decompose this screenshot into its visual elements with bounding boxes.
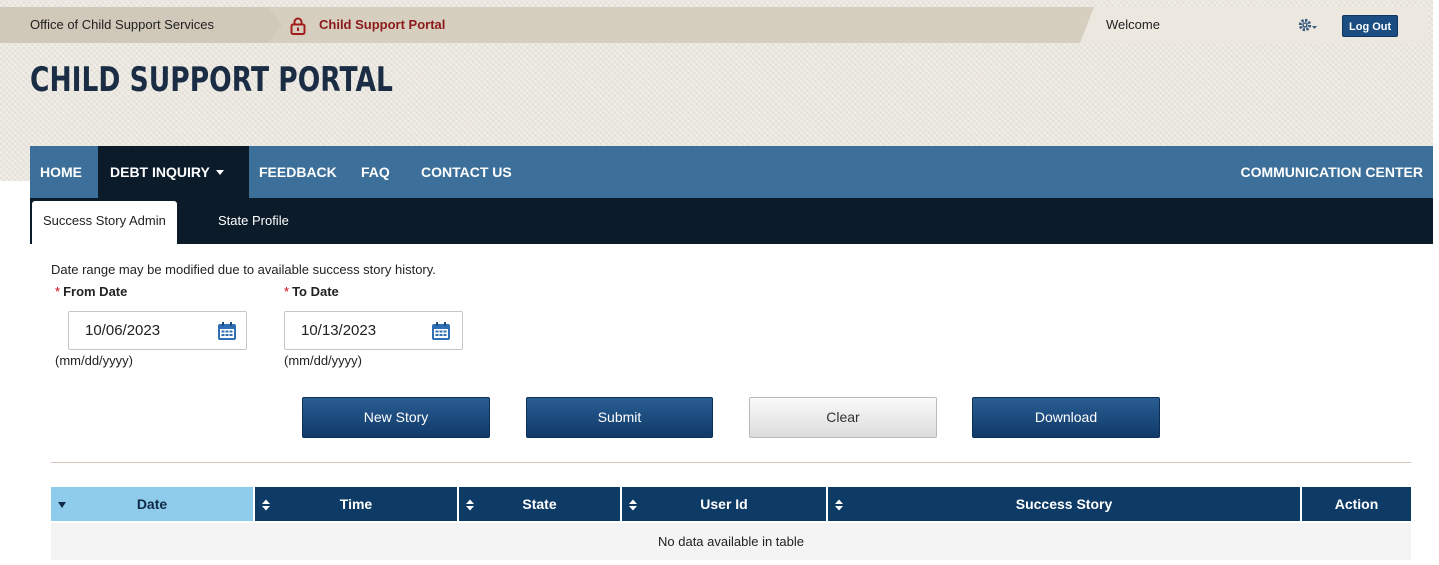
column-header-user-id-label: User Id [700,496,748,512]
gear-icon[interactable] [1298,17,1318,33]
submit-button[interactable]: Submit [526,397,713,438]
nav-contact-us[interactable]: CONTACT US [421,146,512,198]
nav-feedback-label: FEEDBACK [259,164,337,180]
empty-table-message: No data available in table [51,521,1411,560]
to-date-label-text: To Date [292,284,339,299]
lock-icon [290,17,306,35]
nav-home[interactable]: HOME [40,146,82,198]
date-range-hint: Date range may be modified due to availa… [51,262,436,277]
column-header-success-story-label: Success Story [1015,496,1113,512]
user-area: Welcome Log Out [1080,7,1428,43]
nav-feedback[interactable]: FEEDBACK [259,146,337,198]
table-header-row: Date Time State User Id Success Story Ac… [51,487,1411,522]
column-header-user-id[interactable]: User Id [621,487,828,522]
from-date-field[interactable]: 10/06/2023 [68,311,247,350]
breadcrumb-portal-label: Child Support Portal [319,17,446,32]
to-date-label: * To Date [284,284,339,299]
column-header-date[interactable]: Date [51,487,255,522]
column-header-action: Action [1301,487,1411,522]
nav-faq-label: FAQ [361,164,390,180]
nav-contact-us-label: CONTACT US [421,164,512,180]
tab-success-story-admin[interactable]: Success Story Admin [32,201,177,244]
sort-descending-icon [58,502,66,508]
sort-icon [262,499,270,511]
sort-icon [629,499,637,511]
nav-home-label: HOME [40,164,82,180]
nav-debt-inquiry-label: DEBT INQUIRY [110,164,210,180]
from-date-format-hint: (mm/dd/yyyy) [55,353,133,368]
chevron-down-icon [215,170,224,175]
breadcrumb-portal-link[interactable]: Child Support Portal [290,7,445,43]
tab-state-profile[interactable]: State Profile [218,198,289,244]
welcome-text: Welcome [1106,17,1160,32]
sort-icon [835,499,843,511]
column-header-time-label: Time [339,496,373,512]
from-date-value: 10/06/2023 [85,322,161,339]
table-row: No data available in table [51,521,1411,560]
divider [51,462,1411,463]
column-header-state-label: State [522,496,557,512]
new-story-button[interactable]: New Story [302,397,490,438]
nav-faq[interactable]: FAQ [361,146,390,198]
from-date-label-text: From Date [63,284,128,299]
to-date-format-hint: (mm/dd/yyyy) [284,353,362,368]
success-story-table: Date Time State User Id Success Story Ac… [51,487,1411,560]
nav-debt-inquiry[interactable]: DEBT INQUIRY [98,146,249,198]
nav-communication-center-label: COMMUNICATION CENTER [1240,164,1423,180]
required-mark: * [55,284,61,299]
clear-button[interactable]: Clear [749,397,937,438]
to-date-field[interactable]: 10/13/2023 [284,311,463,350]
sub-nav: Success Story Admin State Profile [30,198,1433,244]
column-header-action-label: Action [1334,496,1379,512]
from-date-label: * From Date [55,284,127,299]
breadcrumb: Office of Child Support Services Child S… [0,7,1428,43]
required-mark: * [284,284,290,299]
column-header-date-label: Date [136,496,168,512]
nav-communication-center[interactable]: COMMUNICATION CENTER [1240,146,1423,198]
column-header-state[interactable]: State [458,487,622,522]
main-nav: HOME DEBT INQUIRY FEEDBACK FAQ CONTACT U… [30,146,1433,198]
column-header-success-story[interactable]: Success Story [827,487,1302,522]
calendar-icon[interactable] [217,321,237,341]
calendar-icon[interactable] [431,321,451,341]
logout-button[interactable]: Log Out [1342,15,1399,37]
sort-icon [466,499,474,511]
breadcrumb-org-link[interactable]: Office of Child Support Services [0,7,282,43]
page-title: CHILD SUPPORT PORTAL [30,60,393,100]
to-date-value: 10/13/2023 [301,322,377,339]
column-header-time[interactable]: Time [254,487,459,522]
download-button[interactable]: Download [972,397,1160,438]
